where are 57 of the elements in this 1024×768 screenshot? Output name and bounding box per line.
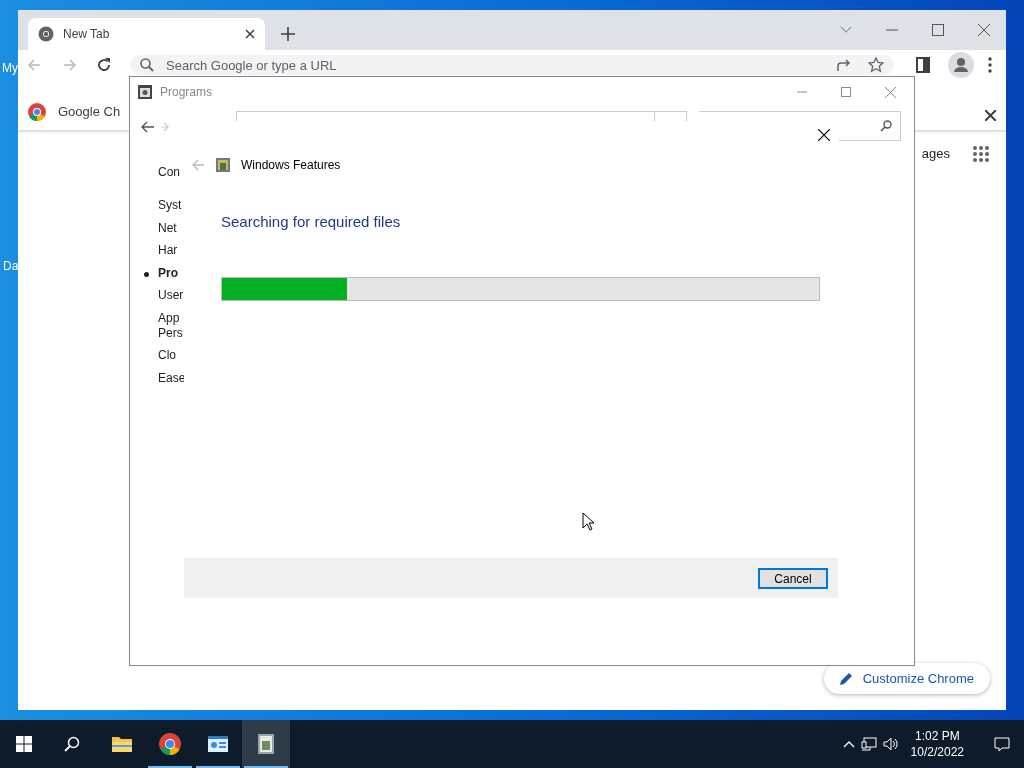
search-box[interactable]: [839, 112, 901, 141]
status-heading: Searching for required files: [220, 212, 402, 231]
maximize-button[interactable]: [841, 87, 851, 97]
control-panel-icon: [138, 85, 152, 99]
control-panel-icon: [207, 733, 229, 755]
close-button[interactable]: [985, 110, 996, 121]
desktop-icon-label[interactable]: Da: [3, 257, 19, 275]
sidebar-link[interactable]: Ease: [158, 370, 186, 386]
volume-button[interactable]: [882, 737, 899, 751]
clock-time[interactable]: 1:02 PM: [910, 728, 964, 744]
network-button[interactable]: [860, 736, 877, 752]
sidebar-link[interactable]: Pro: [158, 265, 186, 281]
banner-text: Google Ch: [58, 102, 121, 121]
sidebar-link[interactable]: User: [158, 288, 186, 303]
back-button[interactable]: [140, 121, 155, 133]
browser-tab[interactable]: New Tab: [28, 18, 265, 50]
side-panel-button[interactable]: [916, 57, 930, 73]
tab-title: New Tab: [63, 26, 111, 43]
clock-date[interactable]: 10/2/2022: [910, 744, 964, 760]
sidebar-link[interactable]: Syst: [158, 198, 186, 213]
bullet-icon: [144, 271, 149, 277]
close-button[interactable]: [818, 129, 830, 141]
taskbar-app-button[interactable]: [242, 720, 290, 768]
installer-icon: [215, 157, 231, 173]
chrome-icon: [38, 26, 54, 42]
show-hidden-icons-button[interactable]: [842, 740, 855, 748]
address-placeholder: Search Google or type a URL: [166, 57, 337, 73]
windows-logo-icon: [16, 736, 32, 752]
link-text[interactable]: ages: [921, 144, 950, 164]
sidebar-link[interactable]: Net: [158, 220, 186, 236]
notifications-button[interactable]: [994, 736, 1010, 752]
reload-button[interactable]: [96, 57, 112, 73]
search-icon: [880, 120, 892, 132]
share-button[interactable]: [836, 58, 852, 72]
dialog-title: Windows Features: [241, 157, 341, 174]
close-button[interactable]: [245, 29, 255, 39]
window-title: Programs: [160, 84, 212, 101]
sidebar-link[interactable]: Har: [158, 243, 186, 258]
cursor-icon: [582, 512, 594, 531]
new-tab-button[interactable]: [281, 27, 295, 41]
chrome-logo-icon: [28, 103, 46, 121]
installer-icon: [255, 733, 277, 755]
menu-button[interactable]: [988, 57, 992, 73]
maximize-button[interactable]: [932, 24, 944, 36]
apps-button[interactable]: [972, 144, 990, 163]
chrome-logo-icon: [159, 733, 181, 755]
sidebar-link[interactable]: Con: [158, 165, 186, 180]
search-icon: [140, 58, 154, 72]
sidebar-link[interactable]: App Pers: [158, 310, 186, 341]
sidebar-link[interactable]: Clo: [158, 348, 186, 363]
search-icon: [64, 736, 80, 752]
profile-button[interactable]: [948, 52, 974, 78]
bookmark-button[interactable]: [868, 57, 884, 73]
pencil-icon: [839, 671, 853, 685]
customize-button[interactable]: Customize Chrome: [823, 662, 990, 694]
address-bar[interactable]: Search Google or type a URL: [130, 55, 894, 75]
cancel-button[interactable]: Cancel: [758, 567, 828, 589]
